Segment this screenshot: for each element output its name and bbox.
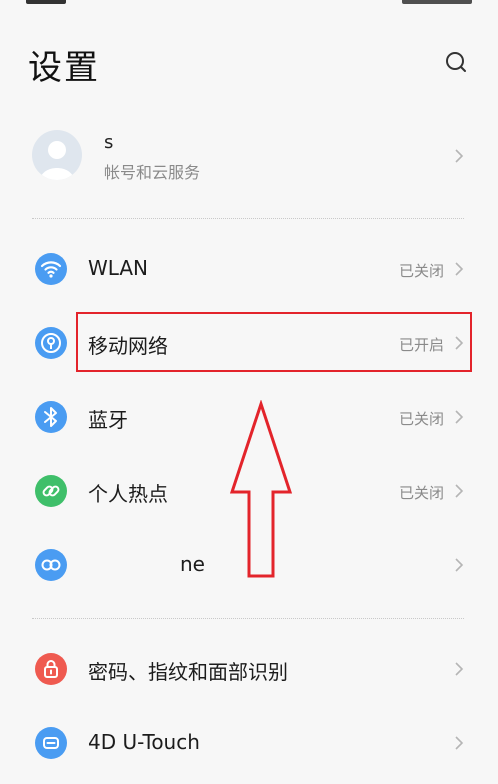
- setting-label: WLAN: [88, 256, 149, 280]
- user-avatar-icon: [40, 141, 74, 180]
- page-title: 设置: [28, 48, 100, 88]
- chevron-right-icon: [455, 336, 464, 350]
- setting-label: 个人热点: [88, 482, 168, 506]
- chevron-right-icon: [455, 410, 464, 424]
- status-bar: [0, 0, 498, 8]
- setting-status: 已关闭: [398, 410, 444, 428]
- setting-label: ne: [180, 552, 205, 576]
- setting-status: 已关闭: [398, 262, 444, 280]
- mobile-network-icon: [35, 327, 67, 359]
- chevron-right-icon: [455, 149, 464, 163]
- setting-wlan[interactable]: WLAN 已关闭: [0, 232, 498, 306]
- chevron-right-icon: [455, 484, 464, 498]
- chevron-right-icon: [455, 262, 464, 276]
- setting-security[interactable]: 密码、指纹和面部识别: [0, 632, 498, 706]
- signal-icon: [26, 0, 66, 4]
- setting-4d-utouch[interactable]: 4D U-Touch: [0, 706, 498, 780]
- battery-icon: [402, 0, 472, 4]
- setting-status: 已开启: [398, 336, 444, 354]
- setting-status: 已关闭: [398, 484, 444, 502]
- account-row[interactable]: s 帐号和云服务: [0, 118, 498, 198]
- account-subtitle: 帐号和云服务: [104, 163, 201, 182]
- divider: [32, 618, 464, 619]
- bluetooth-icon: [35, 401, 67, 433]
- chevron-right-icon: [455, 662, 464, 676]
- avatar: [32, 130, 82, 180]
- setting-bluetooth[interactable]: 蓝牙 已关闭: [0, 380, 498, 454]
- setting-label: 4D U-Touch: [88, 730, 200, 754]
- setting-ne[interactable]: ne: [0, 528, 498, 602]
- link-icon: [35, 549, 67, 581]
- wifi-icon: [35, 253, 67, 285]
- chevron-right-icon: [455, 736, 464, 750]
- chevron-right-icon: [455, 558, 464, 572]
- setting-hotspot[interactable]: 个人热点 已关闭: [0, 454, 498, 528]
- search-icon[interactable]: [444, 50, 468, 74]
- setting-label: 蓝牙: [88, 408, 128, 432]
- setting-mobile-network[interactable]: 移动网络 已开启: [0, 306, 498, 380]
- divider: [32, 218, 464, 219]
- touch-icon: [35, 727, 67, 759]
- setting-label: 密码、指纹和面部识别: [88, 660, 288, 684]
- setting-label: 移动网络: [88, 334, 168, 358]
- lock-icon: [35, 653, 67, 685]
- hotspot-icon: [35, 475, 67, 507]
- account-name: s: [104, 132, 114, 153]
